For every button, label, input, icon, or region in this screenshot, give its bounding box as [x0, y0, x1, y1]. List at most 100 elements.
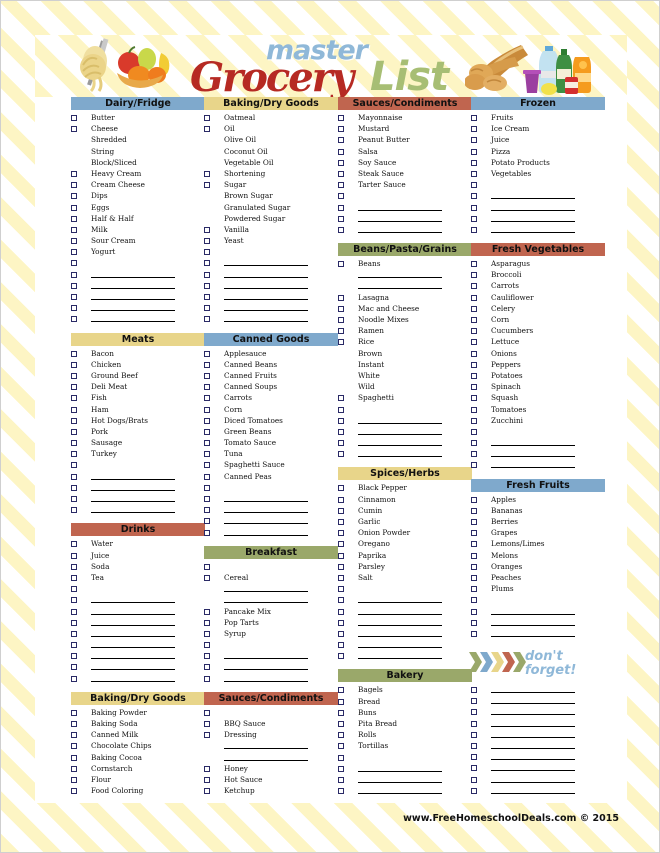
- checkbox-icon[interactable]: [471, 372, 477, 379]
- write-in-line[interactable]: [91, 635, 175, 637]
- checkbox-icon[interactable]: [471, 787, 477, 794]
- checkbox-icon[interactable]: [338, 440, 344, 447]
- checklist-item-peanut-butter[interactable]: Peanut Butter: [338, 135, 472, 146]
- checklist-item-rolls[interactable]: Rolls: [338, 730, 472, 741]
- checkbox-icon[interactable]: [471, 159, 477, 166]
- checkbox-icon[interactable]: [204, 721, 210, 727]
- write-in-line[interactable]: [491, 624, 575, 626]
- checklist-item-plums[interactable]: Plums: [471, 584, 605, 595]
- checklist-item-sour-cream[interactable]: Sour Cream: [71, 236, 205, 247]
- checkbox-icon[interactable]: [471, 496, 477, 503]
- checklist-item-beans[interactable]: Beans: [338, 259, 472, 270]
- checkbox-icon[interactable]: [71, 260, 77, 267]
- checklist-item-canned-milk[interactable]: Canned Milk: [71, 730, 205, 741]
- checkbox-icon[interactable]: [204, 675, 210, 682]
- checkbox-icon[interactable]: [204, 776, 210, 783]
- checkbox-icon[interactable]: [71, 709, 77, 716]
- checklist-item-ice-cream[interactable]: Ice Cream: [471, 124, 605, 135]
- write-in-line[interactable]: [91, 489, 175, 491]
- checkbox-icon[interactable]: [71, 182, 77, 189]
- checklist-item-bacon[interactable]: Bacon: [71, 349, 205, 360]
- checkbox-icon[interactable]: [338, 698, 344, 705]
- checkbox-icon[interactable]: [338, 261, 344, 268]
- checkbox-icon[interactable]: [71, 574, 77, 581]
- write-in-line[interactable]: [91, 478, 175, 480]
- checkbox-icon[interactable]: [471, 597, 477, 604]
- checklist-item-tomato-sauce[interactable]: Tomato Sauce: [204, 438, 338, 449]
- checkbox-icon[interactable]: [71, 597, 77, 604]
- checkbox-icon[interactable]: [471, 608, 477, 615]
- write-in-line[interactable]: [358, 288, 442, 290]
- checkbox-icon[interactable]: [204, 709, 210, 716]
- checkbox-icon[interactable]: [204, 361, 210, 368]
- checkbox-icon[interactable]: [204, 238, 210, 245]
- write-in-line[interactable]: [224, 748, 308, 750]
- checkbox-icon[interactable]: [471, 586, 477, 593]
- checkbox-icon[interactable]: [71, 653, 77, 660]
- write-in-line[interactable]: [224, 759, 308, 761]
- checkbox-icon[interactable]: [71, 440, 77, 447]
- checkbox-icon[interactable]: [71, 193, 77, 200]
- checkbox-icon[interactable]: [71, 294, 77, 300]
- checkbox-icon[interactable]: [71, 204, 77, 211]
- checkbox-icon[interactable]: [71, 630, 77, 637]
- checklist-item-eggs[interactable]: Eggs: [71, 203, 205, 214]
- checkbox-icon[interactable]: [471, 406, 477, 413]
- write-in-line[interactable]: [491, 445, 575, 447]
- checklist-item-mac-and-cheese[interactable]: Mac and Cheese: [338, 304, 472, 315]
- write-in-line[interactable]: [91, 321, 175, 323]
- checkbox-icon[interactable]: [471, 754, 477, 761]
- write-in-line[interactable]: [91, 276, 175, 278]
- checklist-item-cinnamon[interactable]: Cinnamon: [338, 495, 472, 506]
- checkbox-icon[interactable]: [471, 720, 477, 727]
- write-in-line[interactable]: [358, 445, 442, 447]
- checkbox-icon[interactable]: [338, 417, 344, 424]
- checkbox-icon[interactable]: [204, 732, 210, 739]
- checkbox-icon[interactable]: [471, 530, 477, 537]
- checklist-item-apples[interactable]: Apples: [471, 495, 605, 506]
- checkbox-icon[interactable]: [338, 597, 344, 604]
- checkbox-icon[interactable]: [471, 541, 477, 548]
- checklist-item-cheese[interactable]: Cheese: [71, 124, 205, 135]
- write-in-line[interactable]: [491, 725, 575, 727]
- checklist-item-syrup[interactable]: Syrup: [204, 629, 338, 640]
- checkbox-icon[interactable]: [204, 305, 210, 312]
- checkbox-icon[interactable]: [204, 170, 210, 177]
- write-in-line[interactable]: [224, 299, 308, 300]
- write-in-line[interactable]: [491, 736, 575, 738]
- checkbox-icon[interactable]: [471, 687, 477, 694]
- checkbox-icon[interactable]: [338, 574, 344, 581]
- checklist-item-lasagna[interactable]: Lasagna: [338, 293, 472, 304]
- checklist-item-lettuce[interactable]: Lettuce: [471, 337, 605, 348]
- checkbox-icon[interactable]: [471, 451, 477, 458]
- checkbox-icon[interactable]: [338, 126, 344, 133]
- checkbox-icon[interactable]: [471, 350, 477, 357]
- checklist-item-dips[interactable]: Dips: [71, 191, 205, 202]
- checkbox-icon[interactable]: [338, 687, 344, 694]
- write-in-line[interactable]: [224, 591, 308, 593]
- write-in-line[interactable]: [224, 265, 308, 267]
- checklist-item-corn[interactable]: Corn: [204, 405, 338, 416]
- checklist-item-tomatoes[interactable]: Tomatoes: [471, 405, 605, 416]
- checklist-item-yeast[interactable]: Yeast: [204, 236, 338, 247]
- checkbox-icon[interactable]: [204, 294, 210, 300]
- checklist-item-bread[interactable]: Bread: [338, 697, 472, 708]
- checkbox-icon[interactable]: [338, 339, 344, 346]
- checklist-item-onions[interactable]: Onions: [471, 349, 605, 360]
- checkbox-icon[interactable]: [71, 552, 77, 559]
- checkbox-icon[interactable]: [71, 226, 77, 233]
- checkbox-icon[interactable]: [338, 507, 344, 514]
- write-in-line[interactable]: [358, 770, 442, 772]
- write-in-line[interactable]: [358, 209, 442, 211]
- write-in-line[interactable]: [491, 231, 575, 233]
- checkbox-icon[interactable]: [71, 664, 77, 671]
- checkbox-icon[interactable]: [71, 406, 77, 413]
- checkbox-icon[interactable]: [338, 788, 344, 795]
- checkbox-icon[interactable]: [204, 765, 210, 772]
- checklist-item-vanilla[interactable]: Vanilla: [204, 225, 338, 236]
- checkbox-icon[interactable]: [471, 261, 477, 268]
- checklist-item-honey[interactable]: Honey: [204, 764, 338, 775]
- checkbox-icon[interactable]: [71, 350, 77, 357]
- checkbox-icon[interactable]: [204, 126, 210, 133]
- checklist-item-heavy-cream[interactable]: Heavy Cream: [71, 169, 205, 180]
